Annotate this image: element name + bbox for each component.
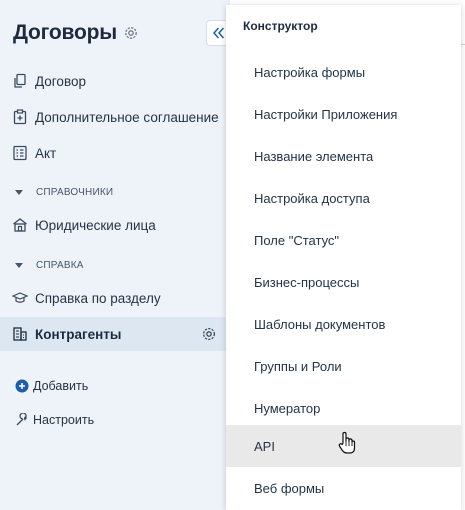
add-button[interactable]: Добавить [15,377,88,395]
menu-header: Конструктор [243,19,318,33]
section-help[interactable]: СПРАВКА [15,258,84,272]
configure-label: Настроить [33,413,95,427]
section-label: СПРАВКА [36,259,84,271]
app-title: Договоры [13,21,117,44]
clipboard-plus-icon [12,109,28,125]
double-chevron-left-icon [212,26,226,40]
section-label: СПРАВОЧНИКИ [36,186,114,198]
menu-item-label: Группы и Роли [254,358,342,374]
menu-item-label: Поле "Статус" [254,232,340,248]
sidebar-item-counterparties[interactable]: Контрагенты [0,317,226,351]
gear-icon[interactable] [123,25,139,41]
menu-item-groups-roles[interactable]: Группы и Роли [226,345,461,387]
sidebar-item-contract[interactable]: Договор [0,64,230,98]
sidebar-item-label: Контрагенты [35,326,122,342]
sidebar-item-section-help[interactable]: Справка по разделу [0,281,230,315]
menu-item-label: Настройка доступа [254,190,370,206]
menu-item-web-forms[interactable]: Веб формы [226,467,461,509]
menu-item-form-settings[interactable]: Настройка формы [226,51,461,93]
sidebar-item-legal-entities[interactable]: Юридические лица [0,208,230,242]
chevron-down-icon [15,189,23,195]
menu-item-label: Настройки Приложения [254,106,398,122]
chevron-down-icon [15,262,23,268]
sidebar-item-label: Справка по разделу [35,290,161,306]
menu-item-label: API [254,438,275,454]
gear-icon[interactable] [201,326,217,342]
sidebar-item-act[interactable]: Акт [0,136,230,170]
menu-item-business-processes[interactable]: Бизнес-процессы [226,261,461,303]
copy-icon [12,73,28,89]
sidebar-item-label: Договор [35,73,86,89]
office-building-icon [12,326,28,342]
menu-item-status-field[interactable]: Поле "Статус" [226,219,461,261]
building-icon [12,217,28,233]
hand-cursor-icon [338,431,356,455]
menu-item-app-settings[interactable]: Настройки Приложения [226,93,461,135]
menu-item-numerator[interactable]: Нумератор [226,387,461,429]
menu-item-label: Настройка формы [254,64,366,80]
checklist-icon [12,145,28,161]
sidebar-item-label: Юридические лица [35,217,156,233]
menu-item-element-name[interactable]: Название элемента [226,135,461,177]
menu-item-label: Шаблоны документов [254,316,386,332]
menu-item-label: Бизнес-процессы [254,274,360,290]
add-label: Добавить [33,379,89,393]
wrench-icon [15,413,29,427]
section-directories[interactable]: СПРАВОЧНИКИ [15,185,113,199]
graduation-cap-icon [12,290,28,306]
sidebar-item-additional-agreement[interactable]: Дополнительное соглашение [0,100,230,134]
app-header: Договоры [13,20,139,46]
plus-circle-icon [15,379,29,393]
configure-button[interactable]: Настроить [15,411,94,429]
menu-item-label: Название элемента [254,148,374,164]
menu-item-label: Нумератор [254,400,321,416]
menu-item-label: Веб формы [254,480,325,496]
sidebar: Договоры Договор Дополнительное соглашен… [0,0,230,510]
menu-item-access-settings[interactable]: Настройка доступа [226,177,461,219]
sidebar-item-label: Дополнительное соглашение [35,109,219,125]
menu-item-document-templates[interactable]: Шаблоны документов [226,303,461,345]
sidebar-item-label: Акт [35,145,57,161]
